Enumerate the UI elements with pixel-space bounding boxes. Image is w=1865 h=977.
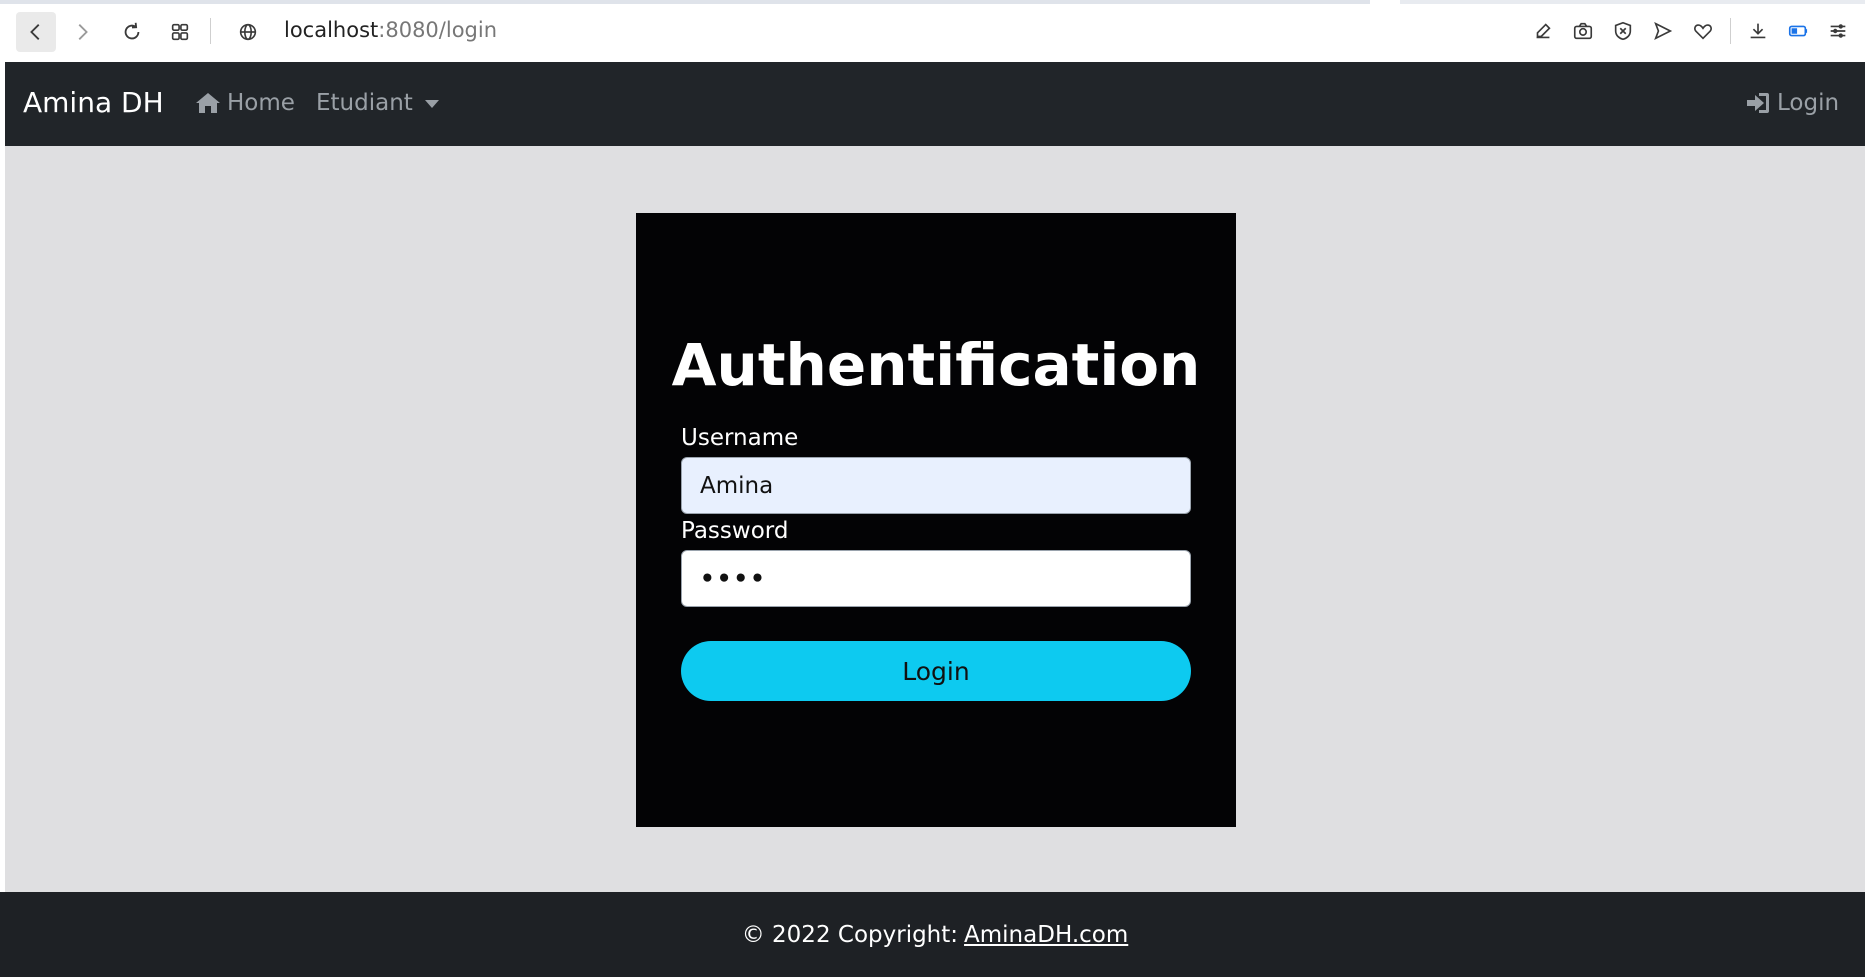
username-label: Username <box>681 425 799 451</box>
page-title: Authentification <box>671 331 1201 399</box>
chevron-down-icon <box>424 100 439 108</box>
sign-in-icon <box>1747 93 1769 113</box>
edit-icon <box>1536 23 1551 39</box>
globe-icon <box>239 23 257 41</box>
nav-login-link[interactable]: Login <box>1745 90 1839 116</box>
toolbar-separator <box>210 18 211 44</box>
url-host: localhost <box>284 18 379 42</box>
camera-icon <box>1573 22 1593 40</box>
send-button[interactable] <box>1650 18 1676 44</box>
heart-icon <box>1694 24 1712 40</box>
battery-saver-button[interactable] <box>1785 18 1811 44</box>
page: Amina DH Home Etudiant Login Authentific… <box>5 62 1865 977</box>
tabs-grid-icon <box>171 23 189 41</box>
reload-button[interactable] <box>112 12 152 52</box>
back-icon <box>30 24 40 40</box>
forward-button[interactable] <box>62 12 102 52</box>
footer-edge <box>0 892 5 977</box>
password-label: Password <box>681 518 789 544</box>
url-path: :8080/login <box>378 18 498 42</box>
home-icon <box>196 93 220 113</box>
nav-etudiant-label: Etudiant <box>316 90 413 116</box>
tab-strip-line <box>0 0 1370 4</box>
easy-setup-button[interactable] <box>1825 18 1851 44</box>
tabs-button[interactable] <box>160 12 200 52</box>
toolbar-separator-right <box>1730 18 1731 44</box>
footer: © 2022 Copyright: AminaDH.com <box>5 892 1865 977</box>
username-input[interactable]: Amina <box>681 457 1191 514</box>
tab-strip-line-right <box>1400 0 1865 4</box>
navbar-brand[interactable]: Amina DH <box>23 86 164 119</box>
favorite-button[interactable] <box>1690 18 1716 44</box>
downloads-button[interactable] <box>1745 18 1771 44</box>
nav-home-link[interactable]: Home <box>195 90 295 116</box>
address-bar[interactable]: localhost:8080/login <box>284 18 497 42</box>
forward-icon <box>78 24 88 40</box>
footer-copyright: © 2022 Copyright: <box>741 921 959 948</box>
login-card: Authentification Username Amina Password… <box>636 213 1236 827</box>
menu-icon <box>1830 24 1846 38</box>
adblock-button[interactable] <box>1610 18 1636 44</box>
password-input[interactable]: •••• <box>681 550 1191 607</box>
browser-toolbar: localhost:8080/login <box>0 0 1865 62</box>
nav-login-label: Login <box>1777 90 1840 116</box>
battery-icon <box>1788 25 1808 37</box>
reload-icon <box>124 22 140 40</box>
login-button[interactable]: Login <box>681 641 1191 701</box>
screenshot-button[interactable] <box>1570 18 1596 44</box>
footer-link[interactable]: AminaDH.com <box>964 922 1128 948</box>
download-icon <box>1750 23 1766 39</box>
shield-icon <box>1614 21 1632 41</box>
nav-etudiant-dropdown[interactable]: Etudiant <box>316 90 439 116</box>
send-icon <box>1654 21 1673 41</box>
navbar: Amina DH Home Etudiant Login <box>5 62 1865 146</box>
edit-button[interactable] <box>1530 18 1556 44</box>
back-button[interactable] <box>16 12 56 52</box>
browser-actions <box>1530 14 1851 48</box>
site-info-button[interactable] <box>228 12 268 52</box>
nav-home-label: Home <box>227 90 295 116</box>
